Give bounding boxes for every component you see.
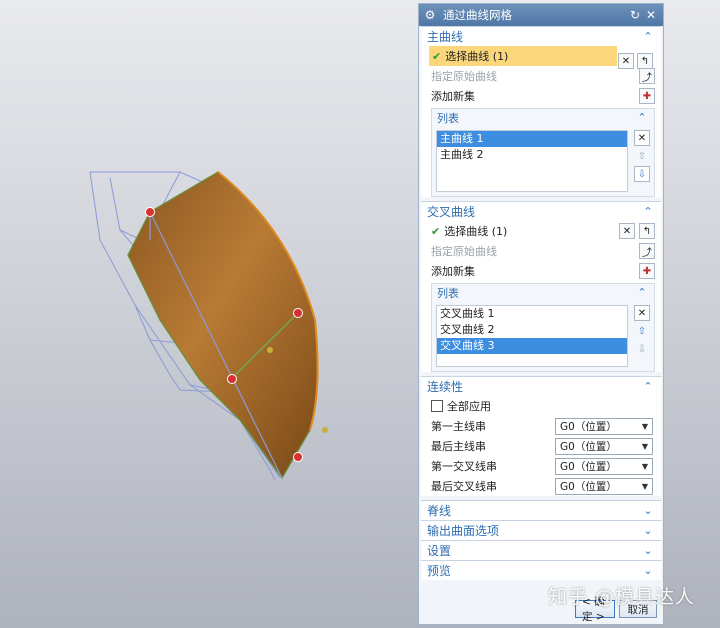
check-icon: ✔ bbox=[432, 49, 442, 63]
section-title: 输出曲面选项 bbox=[427, 524, 500, 538]
list-item[interactable]: 主曲线 1 bbox=[437, 131, 627, 147]
list-item[interactable]: 交叉曲线 3 bbox=[437, 338, 627, 354]
continuity-header[interactable]: 连续性 ⌃ bbox=[421, 377, 661, 396]
dropdown-arrow-icon: ▼ bbox=[641, 421, 648, 431]
select-curve-icon[interactable]: ↰ bbox=[639, 223, 655, 239]
dropdown-arrow-icon: ▼ bbox=[641, 481, 648, 491]
swept-surface bbox=[127, 171, 319, 480]
apply-all-label: 全部应用 bbox=[447, 400, 491, 413]
continuity-section: 连续性 ⌃ 全部应用 第一主线串 G0（位置） ▼ 最后主线串 G0（位置） ▼ 第… bbox=[421, 376, 661, 496]
chevron-up-icon[interactable]: ⌃ bbox=[635, 286, 649, 299]
section-title: 主曲线 bbox=[427, 30, 464, 44]
list-title: 列表 bbox=[437, 111, 459, 125]
move-up-icon[interactable]: ⇧ bbox=[634, 148, 650, 164]
primary-list-header[interactable]: 列表 ⌃ bbox=[432, 109, 654, 126]
continuity-select[interactable]: G0（位置） ▼ bbox=[555, 437, 653, 455]
close-icon[interactable]: ✕ bbox=[643, 8, 659, 22]
gear-icon: ⚙ bbox=[424, 8, 436, 22]
list-item[interactable]: 交叉曲线 1 bbox=[437, 306, 627, 322]
add-new-set-label: 添加新集 bbox=[431, 265, 475, 278]
section-title: 脊线 bbox=[427, 504, 452, 518]
apply-all-checkbox[interactable] bbox=[431, 400, 443, 412]
primary-curves-section: 主曲线 ⌃ ✔ 选择曲线 (1) ✕ ↰ 指定原始曲线 ⤴ 添加新集 ✚ 列表 … bbox=[421, 26, 661, 197]
remove-icon[interactable]: ✕ bbox=[634, 130, 650, 146]
refresh-icon[interactable]: ↻ bbox=[627, 8, 643, 22]
primary-list-panel: 列表 ⌃ 主曲线 1 主曲线 2 ✕ ⇧ ⇩ bbox=[431, 108, 655, 197]
move-up-icon[interactable]: ⇧ bbox=[634, 323, 650, 339]
continuity-select[interactable]: G0（位置） ▼ bbox=[555, 457, 653, 475]
cross-curves-header[interactable]: 交叉曲线 ⌃ bbox=[421, 202, 661, 221]
continuity-select[interactable]: G0（位置） ▼ bbox=[555, 417, 653, 435]
primary-add-new-set-row[interactable]: 添加新集 ✚ bbox=[421, 86, 661, 106]
section-title: 预览 bbox=[427, 564, 452, 578]
check-icon: ✔ bbox=[431, 224, 441, 238]
chevron-down-icon[interactable]: ⌄ bbox=[641, 564, 655, 577]
add-set-icon[interactable]: ✚ bbox=[639, 263, 655, 279]
cross-curve-list[interactable]: 交叉曲线 1 交叉曲线 2 交叉曲线 3 bbox=[436, 305, 628, 367]
continuity-row: 第一主线串 G0（位置） ▼ bbox=[421, 416, 661, 436]
list-item[interactable]: 交叉曲线 2 bbox=[437, 322, 627, 338]
add-new-set-label: 添加新集 bbox=[431, 90, 475, 103]
cross-add-new-set-row[interactable]: 添加新集 ✚ bbox=[421, 261, 661, 281]
primary-curve-list[interactable]: 主曲线 1 主曲线 2 bbox=[436, 130, 628, 192]
cross-curves-section: 交叉曲线 ⌃ ✔ 选择曲线 (1) ✕ ↰ 指定原始曲线 ⤴ 添加新集 ✚ 列表… bbox=[421, 201, 661, 372]
chevron-down-icon[interactable]: ⌄ bbox=[641, 504, 655, 517]
remove-icon[interactable]: ✕ bbox=[634, 305, 650, 321]
specify-origin-label: 指定原始曲线 bbox=[431, 70, 497, 83]
select-value: G0（位置） bbox=[560, 480, 617, 493]
section-title: 连续性 bbox=[427, 380, 464, 394]
add-set-icon[interactable]: ✚ bbox=[639, 88, 655, 104]
continuity-row: 最后主线串 G0（位置） ▼ bbox=[421, 436, 661, 456]
cross-specify-origin-row[interactable]: 指定原始曲线 ⤴ bbox=[421, 241, 661, 261]
dialog-title: 通过曲线网格 bbox=[443, 8, 512, 22]
continuity-row: 第一交叉线串 G0（位置） ▼ bbox=[421, 456, 661, 476]
surface-model bbox=[89, 171, 328, 481]
continuity-select[interactable]: G0（位置） ▼ bbox=[555, 477, 653, 495]
select-curve-label: 选择曲线 (1) bbox=[445, 50, 509, 63]
select-value: G0（位置） bbox=[560, 460, 617, 473]
dialog-title-bar: ⚙ 通过曲线网格 ↻ ✕ bbox=[419, 4, 663, 26]
dropdown-arrow-icon: ▼ bbox=[641, 441, 648, 451]
list-title: 列表 bbox=[437, 286, 459, 300]
dropdown-arrow-icon: ▼ bbox=[641, 461, 648, 471]
chevron-up-icon[interactable]: ⌃ bbox=[635, 111, 649, 124]
chevron-down-icon[interactable]: ⌄ bbox=[641, 524, 655, 537]
origin-curve-icon[interactable]: ⤴ bbox=[639, 243, 655, 259]
select-value: G0（位置） bbox=[560, 440, 617, 453]
chevron-up-icon[interactable]: ⌃ bbox=[641, 205, 655, 218]
chevron-down-icon[interactable]: ⌄ bbox=[641, 544, 655, 557]
cross-select-curve-row[interactable]: ✔ 选择曲线 (1) ✕ ↰ bbox=[421, 221, 661, 241]
output-surface-options-section[interactable]: 输出曲面选项 ⌄ bbox=[421, 520, 661, 540]
origin-curve-icon[interactable]: ⤴ bbox=[639, 68, 655, 84]
settings-section[interactable]: 设置 ⌄ bbox=[421, 540, 661, 560]
list-item[interactable]: 主曲线 2 bbox=[437, 147, 627, 163]
move-down-icon[interactable]: ⇩ bbox=[634, 341, 650, 357]
curve-mesh-dialog: ⚙ 通过曲线网格 ↻ ✕ 主曲线 ⌃ ✔ 选择曲线 (1) ✕ ↰ 指定原始曲线… bbox=[418, 3, 664, 625]
cross-list-panel: 列表 ⌃ 交叉曲线 1 交叉曲线 2 交叉曲线 3 ✕ ⇧ ⇩ bbox=[431, 283, 655, 372]
primary-specify-origin-row[interactable]: 指定原始曲线 ⤴ bbox=[421, 66, 661, 86]
chevron-up-icon[interactable]: ⌃ bbox=[641, 30, 655, 43]
select-value: G0（位置） bbox=[560, 420, 617, 433]
primary-curves-header[interactable]: 主曲线 ⌃ bbox=[421, 27, 661, 46]
chevron-up-icon[interactable]: ⌃ bbox=[641, 380, 655, 393]
primary-select-curve-row[interactable]: ✔ 选择曲线 (1) bbox=[429, 46, 617, 66]
section-title: 交叉曲线 bbox=[427, 205, 476, 219]
continuity-row: 最后交叉线串 G0（位置） ▼ bbox=[421, 476, 661, 496]
specify-origin-label: 指定原始曲线 bbox=[431, 245, 497, 258]
curve-rule-icon[interactable]: ✕ bbox=[619, 223, 635, 239]
move-down-icon[interactable]: ⇩ bbox=[634, 166, 650, 182]
section-title: 设置 bbox=[427, 544, 452, 558]
preview-section[interactable]: 预览 ⌄ bbox=[421, 560, 661, 580]
apply-all-row[interactable]: 全部应用 bbox=[421, 396, 661, 416]
cross-list-header[interactable]: 列表 ⌃ bbox=[432, 284, 654, 301]
graphics-viewport[interactable] bbox=[0, 0, 418, 628]
spine-section[interactable]: 脊线 ⌄ bbox=[421, 500, 661, 520]
watermark: 知乎 @模具达人 bbox=[548, 586, 696, 608]
